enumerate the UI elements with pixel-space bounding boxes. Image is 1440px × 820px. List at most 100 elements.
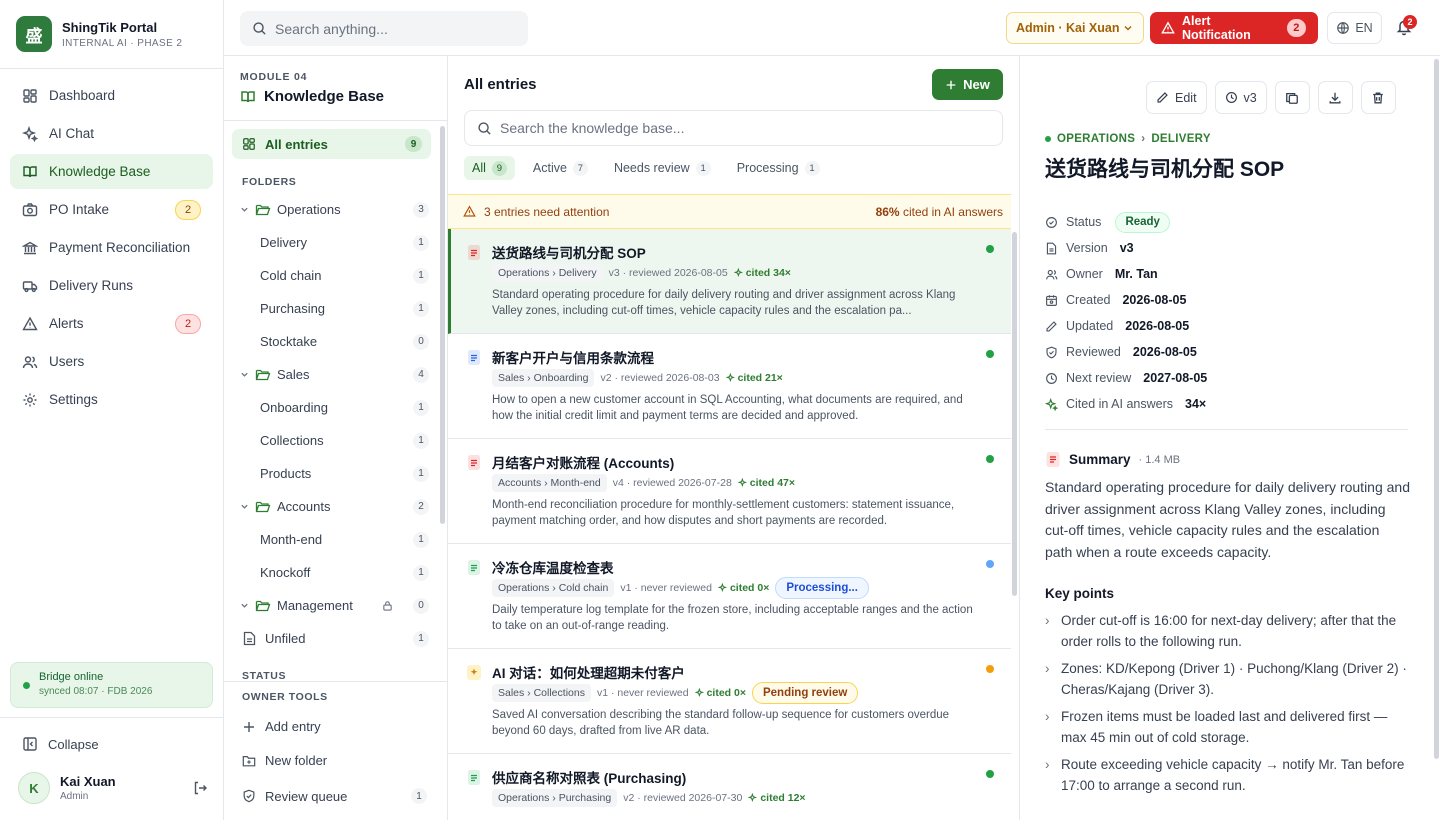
entry-row[interactable]: 月结客户对账流程 (Accounts) Accounts › Month-end v… [448, 439, 1011, 544]
entry-path: Operations › Cold chain [492, 579, 615, 597]
chevron-right-icon: › [1045, 661, 1050, 676]
property-reviewed: Reviewed 2026-08-05 [1045, 339, 1407, 365]
logout-icon[interactable] [192, 780, 208, 796]
entry-path: Sales › Onboarding [492, 369, 595, 387]
entry-row[interactable]: 送货路线与司机分配 SOP Operations › Delivery v3 · r… [448, 229, 1011, 334]
chevron-down-icon[interactable] [240, 370, 249, 379]
entry-version: v3 · reviewed 2026-08-05 [608, 267, 728, 279]
nav-item-knowledge-base[interactable]: Knowledge Base [10, 154, 213, 189]
key-points-heading: Key points [1045, 586, 1115, 601]
download-button[interactable] [1317, 81, 1353, 114]
role-selector-label: Admin · Kai Xuan [1016, 21, 1120, 35]
user-profile[interactable]: K Kai Xuan Admin [18, 772, 208, 804]
folder-accounts[interactable]: Accounts 2 [224, 490, 434, 523]
property-value: Mr. Tan [1114, 267, 1158, 281]
sidebar-collapse-icon [22, 736, 38, 752]
filter-processing[interactable]: Processing 1 [729, 156, 828, 180]
folder-delivery[interactable]: Delivery 1 [224, 226, 434, 259]
entry-row[interactable]: 冷冻仓库温度检查表 Operations › Cold chain v1 · nev… [448, 544, 1011, 649]
new-entry-button[interactable]: New [932, 69, 1003, 100]
chevron-down-icon [1123, 23, 1133, 33]
all-entries-count: 9 [405, 136, 422, 152]
filter-count: 7 [572, 160, 588, 176]
nav-item-ai-chat[interactable]: AI Chat [10, 116, 213, 151]
property-value: 2026-08-05 [1125, 319, 1190, 333]
entry-description: Standard operating procedure for daily d… [492, 289, 956, 317]
camera-icon [22, 202, 38, 218]
nav-item-users[interactable]: Users [10, 344, 213, 379]
add-entry-button[interactable]: Add entry [242, 719, 432, 734]
book-icon [22, 164, 38, 180]
brand[interactable]: 盛 ShingTik Portal INTERNAL AI · PHASE 2 [16, 16, 182, 52]
property-created: Created 2026-08-05 [1045, 287, 1407, 313]
bridge-status-text: Bridge online [39, 671, 104, 683]
entry-row[interactable]: AI 对话：如何处理超期未付客户 Sales › Collections v1 · … [448, 649, 1011, 754]
entry-title: 送货路线与司机分配 SOP [492, 246, 646, 261]
nav-item-delivery-runs[interactable]: Delivery Runs [10, 268, 213, 303]
global-search-input[interactable] [275, 20, 515, 37]
bridge-status: Bridge online synced 08:07 · FDB 2026 [10, 662, 213, 708]
notifications-button[interactable]: 2 [1396, 15, 1417, 36]
filter-all[interactable]: All 9 [464, 156, 515, 180]
folder-scrollbar[interactable] [440, 126, 445, 524]
filter-count: 1 [695, 160, 711, 176]
folder-label: Accounts [277, 499, 331, 514]
language-switcher[interactable]: EN [1327, 12, 1382, 44]
nav-item-alerts[interactable]: Alerts 2 [10, 306, 213, 341]
breadcrumb-item[interactable]: OPERATIONS [1057, 133, 1135, 145]
duplicate-button[interactable] [1274, 81, 1310, 114]
chevron-right-icon: › [1045, 757, 1050, 772]
folder-month-end[interactable]: Month-end 1 [224, 523, 434, 556]
folder-stocktake[interactable]: Stocktake 0 [224, 325, 434, 358]
nav-item-settings[interactable]: Settings [10, 382, 213, 417]
breadcrumb-item[interactable]: DELIVERY [1151, 133, 1210, 145]
key-point-text: Order cut-off is 16:00 for next-day deli… [1061, 613, 1397, 649]
main-nav: Dashboard AI Chat Knowledge Base PO Inta… [10, 78, 213, 420]
property-owner: Owner Mr. Tan [1045, 261, 1407, 287]
property-version: Version v3 [1045, 235, 1407, 261]
global-search[interactable] [240, 11, 528, 46]
folder-cold-chain[interactable]: Cold chain 1 [224, 259, 434, 292]
brand-logo: 盛 [16, 16, 52, 52]
warning-icon [1161, 21, 1175, 35]
new-folder-button[interactable]: New folder [242, 753, 432, 768]
filter-label: All [472, 161, 486, 175]
detail-scrollbar[interactable] [1434, 59, 1439, 759]
chevron-down-icon[interactable] [240, 601, 249, 610]
chevron-down-icon[interactable] [240, 205, 249, 214]
folder-management[interactable]: Management 0 [224, 589, 434, 622]
entry-row[interactable]: 供应商名称对照表 (Purchasing) Operations › Purcha… [448, 754, 1011, 820]
filter-needs-review[interactable]: Needs review 1 [606, 156, 719, 180]
collapse-button[interactable]: Collapse [22, 736, 99, 752]
kb-search[interactable] [464, 110, 1003, 146]
list-scrollbar[interactable] [1012, 232, 1017, 596]
folder-sales[interactable]: Sales 4 [224, 358, 434, 391]
alert-notification-button[interactable]: Alert Notification 2 [1150, 12, 1318, 44]
version-history-button[interactable]: v3 [1214, 81, 1267, 114]
review-queue-button[interactable]: Review queue 1 [242, 788, 432, 804]
folder-purchasing[interactable]: Purchasing 1 [224, 292, 434, 325]
entry-row[interactable]: 新客户开户与信用条款流程 Sales › Onboarding v2 · revie… [448, 334, 1011, 439]
chevron-down-icon[interactable] [240, 502, 249, 511]
role-selector[interactable]: Admin · Kai Xuan [1006, 12, 1144, 44]
folder-unfiled[interactable]: Unfiled 1 [224, 622, 434, 655]
folder-count: 1 [413, 267, 429, 284]
property-value: 2026-08-05 [1122, 293, 1187, 307]
delete-button[interactable] [1360, 81, 1396, 114]
entry-meta: Operations › Delivery v3 · reviewed 2026-… [492, 263, 981, 283]
kb-search-input[interactable] [500, 120, 970, 136]
folder-operations[interactable]: Operations 3 [224, 193, 434, 226]
nav-item-po-intake[interactable]: PO Intake 2 [10, 192, 213, 227]
nav-label: Users [49, 354, 85, 369]
folder-products[interactable]: Products 1 [224, 457, 434, 490]
key-point-text: Route exceeding vehicle capacity → notif… [1061, 757, 1405, 793]
folder-onboarding[interactable]: Onboarding 1 [224, 391, 434, 424]
nav-item-payment-reconciliation[interactable]: Payment Reconciliation [10, 230, 213, 265]
clock-icon [1225, 91, 1238, 104]
edit-button[interactable]: Edit [1146, 81, 1207, 114]
filter-active[interactable]: Active 7 [525, 156, 596, 180]
all-entries-item[interactable]: All entries 9 [232, 129, 431, 159]
folder-knockoff[interactable]: Knockoff 1 [224, 556, 434, 589]
folder-collections[interactable]: Collections 1 [224, 424, 434, 457]
nav-item-dashboard[interactable]: Dashboard [10, 78, 213, 113]
